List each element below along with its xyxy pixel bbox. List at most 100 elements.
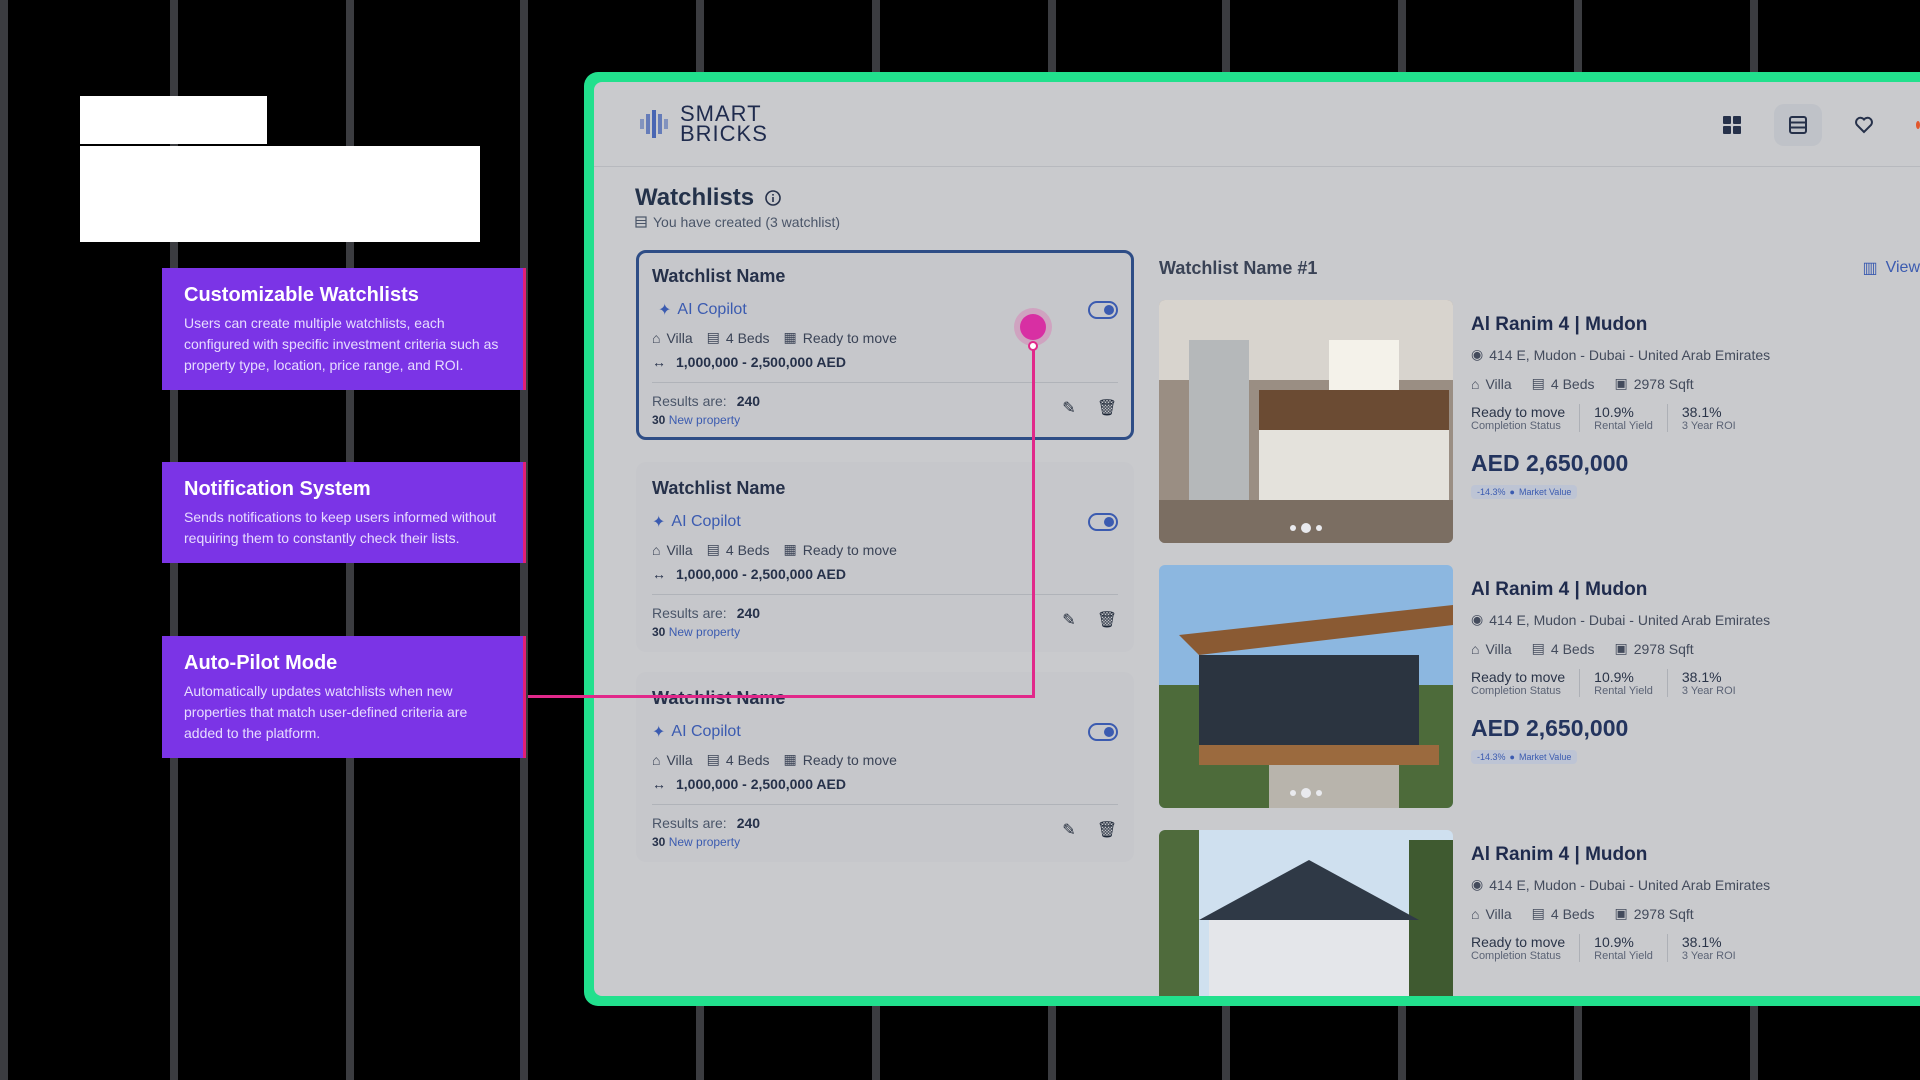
feature-card: Auto-Pilot Mode Automatically updates wa… <box>162 636 526 758</box>
property-stats: Ready to move Completion Status 10.9% Rent… <box>1471 669 1919 697</box>
grid-icon <box>1723 116 1741 134</box>
property-card[interactable]: Al Ranim 4 | Mudon ◉ 414 E, Mudon - Dubai… <box>1159 830 1919 996</box>
edit-icon[interactable]: ✎ <box>1058 609 1080 631</box>
property-info: Al Ranim 4 | Mudon ◉ 414 E, Mudon - Dubai… <box>1471 844 1919 962</box>
feature-desc: Users can create multiple watchlists, ea… <box>184 315 499 373</box>
ai-copilot-row: ✦ AI Copilot <box>652 295 1118 325</box>
notification-button[interactable] <box>1906 104 1920 146</box>
price-range: ↔ 1,000,000 - 2,500,000 AED <box>652 354 1118 370</box>
beds-label: 4 Beds <box>1550 375 1595 392</box>
bed-icon: ▤ <box>1531 375 1545 391</box>
page-subtitle: You have created (3 watchlist) <box>635 214 840 230</box>
area-icon: ▣ <box>1614 640 1628 656</box>
home-icon: ⌂ <box>652 329 661 346</box>
property-stats: Ready to move Completion Status 10.9% Rent… <box>1471 404 1919 432</box>
watchlist-card[interactable]: Watchlist Name ✦ AI Copilot ⌂ Villa ▤ 4 Be… <box>636 250 1134 440</box>
logo-line-2: BRICKS <box>680 121 768 146</box>
property-meta: ⌂ Villa ▤ 4 Beds ▣ 2978 Sqft <box>1471 375 1919 392</box>
favorites-button[interactable] <box>1840 104 1888 146</box>
new-count: 30 <box>652 413 666 427</box>
type-tag: ⌂ Villa <box>652 752 693 768</box>
feature-title: Auto-Pilot Mode <box>184 652 338 674</box>
beds-label: 4 Beds <box>725 751 770 768</box>
property-card[interactable]: Al Ranim 4 | Mudon ◉ 414 E, Mudon - Dubai… <box>1159 565 1919 808</box>
logo[interactable]: SMART BRICKS <box>638 103 768 146</box>
image-dots <box>1290 788 1322 798</box>
property-image[interactable] <box>1159 830 1453 996</box>
trash-icon[interactable]: 🗑 <box>1096 819 1118 841</box>
sparkle-icon: ✦ <box>652 514 666 531</box>
status-tag: ▦ Ready to move <box>784 541 897 558</box>
bed-icon: ▤ <box>1531 640 1545 656</box>
stat-label: Rental Yield <box>1594 950 1653 962</box>
copilot-label: AI Copilot <box>677 301 747 318</box>
type-label: Villa <box>1485 905 1512 922</box>
watchlist-card[interactable]: Watchlist Name ✦ AI Copilot ⌂ Villa ▤ 4 Be… <box>636 672 1134 862</box>
stat: Ready to move Completion Status <box>1471 934 1579 962</box>
results: Results are: 240 <box>652 393 760 409</box>
address-text: 414 E, Mudon - Dubai - United Arab Emira… <box>1489 876 1771 893</box>
edit-icon[interactable]: ✎ <box>1058 819 1080 841</box>
grid-view-button[interactable] <box>1708 104 1756 146</box>
heart-icon <box>1855 116 1873 134</box>
price-label: 1,000,000 - 2,500,000 AED <box>676 776 846 792</box>
edit-icon[interactable]: ✎ <box>1058 397 1080 419</box>
watchlist-name: Watchlist Name <box>652 266 786 286</box>
price-range: ↔ 1,000,000 - 2,500,000 AED <box>652 776 1118 792</box>
type-label: Villa <box>666 751 693 768</box>
trash-icon[interactable]: 🗑 <box>1096 397 1118 419</box>
range-icon: ↔ <box>652 776 666 792</box>
view-link[interactable]: ▥ View <box>1862 258 1920 278</box>
stat: Ready to move Completion Status <box>1471 669 1579 697</box>
stat-label: Completion Status <box>1471 950 1561 962</box>
watchlist-name: Watchlist Name <box>652 688 786 708</box>
results-label: Results are: <box>652 815 727 831</box>
area-icon: ▣ <box>1614 375 1628 391</box>
type-tag: ⌂ Villa <box>1471 640 1512 657</box>
location-icon: ◉ <box>1471 346 1484 362</box>
property-address: ◉ 414 E, Mudon - Dubai - United Arab Emir… <box>1471 611 1919 628</box>
connector-line <box>528 695 1035 698</box>
top-bar: SMART BRICKS <box>594 82 1920 167</box>
market-value-badge: -14.3% ● Market Value <box>1471 750 1578 764</box>
home-icon: ⌂ <box>1471 905 1480 922</box>
property-address: ◉ 414 E, Mudon - Dubai - United Arab Emir… <box>1471 346 1919 363</box>
stat-value: 10.9% <box>1594 404 1634 420</box>
property-image[interactable] <box>1159 300 1453 543</box>
mv-label: Market Value <box>1518 752 1572 762</box>
copilot-toggle[interactable] <box>1088 513 1118 531</box>
property-image[interactable] <box>1159 565 1453 808</box>
watchlist-card[interactable]: Watchlist Name ✦ AI Copilot ⌂ Villa ▤ 4 Be… <box>636 462 1134 652</box>
view-label: View <box>1885 259 1920 276</box>
copilot-toggle[interactable] <box>1088 723 1118 741</box>
results: Results are: 240 <box>652 815 760 831</box>
results-count: 240 <box>736 605 761 621</box>
page-title: Watchlists <box>635 184 755 211</box>
list-view-button[interactable] <box>1774 104 1822 146</box>
stat: 10.9% Rental Yield <box>1579 934 1667 962</box>
property-card[interactable]: Al Ranim 4 | Mudon ◉ 414 E, Mudon - Dubai… <box>1159 300 1919 543</box>
property-name: Al Ranim 4 | Mudon <box>1471 844 1648 865</box>
location-icon: ◉ <box>1471 611 1484 627</box>
home-icon: ⌂ <box>1471 375 1480 392</box>
stat-value: Ready to move <box>1471 669 1566 685</box>
property-meta: ⌂ Villa ▤ 4 Beds ▣ 2978 Sqft <box>1471 905 1919 922</box>
area-tag: ▣ 2978 Sqft <box>1615 905 1694 922</box>
price-label: 1,000,000 - 2,500,000 AED <box>676 566 846 582</box>
columns-icon: ▥ <box>1862 260 1878 277</box>
trash-icon[interactable]: 🗑 <box>1096 609 1118 631</box>
stat: 38.1% 3 Year ROI <box>1666 669 1750 697</box>
new-properties: 30 New property <box>652 625 760 639</box>
info-icon[interactable] <box>764 189 782 207</box>
stat-value: Ready to move <box>1471 404 1566 420</box>
property-price: AED 2,650,000 <box>1471 450 1629 476</box>
sparkle-icon: ✦ <box>652 724 666 741</box>
property-name: Al Ranim 4 | Mudon <box>1471 314 1648 335</box>
hero-title: Solution Watchlist / AI Search <box>80 96 480 244</box>
watchlist-meta: ⌂ Villa ▤ 4 Beds ▦ Ready to move <box>652 541 1118 558</box>
building-icon: ▦ <box>783 751 797 767</box>
feature-desc: Automatically updates watchlists when ne… <box>184 683 468 741</box>
copilot-toggle[interactable] <box>1088 301 1118 319</box>
beds-tag: ▤ 4 Beds <box>1532 375 1595 392</box>
card-actions: ✎ 🗑 <box>1058 819 1118 841</box>
